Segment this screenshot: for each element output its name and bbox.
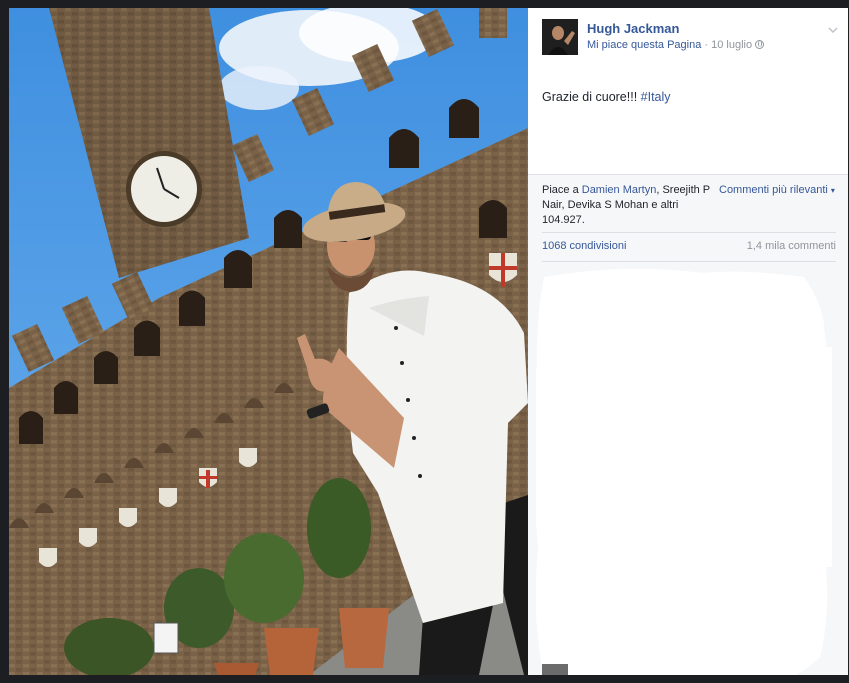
shares-link[interactable]: 1068 condivisioni bbox=[542, 240, 626, 252]
sort-label: Commenti più rilevanti bbox=[719, 184, 828, 196]
page-like-link[interactable]: Mi piace questa Pagina bbox=[587, 39, 701, 51]
post-date[interactable]: 10 luglio bbox=[711, 39, 752, 51]
divider bbox=[542, 232, 836, 233]
meta-separator: · bbox=[701, 39, 712, 51]
post-text: Grazie di cuore!!! #Italy bbox=[542, 90, 671, 104]
post-message: Grazie di cuore!!! bbox=[542, 90, 641, 104]
likes-prefix: Piace a bbox=[542, 184, 582, 196]
divider bbox=[542, 261, 836, 262]
author-name[interactable]: Hugh Jackman bbox=[587, 21, 679, 36]
globe-icon bbox=[755, 40, 765, 49]
commenter-avatar[interactable] bbox=[542, 664, 568, 675]
comments-count-link[interactable]: 1,4 mila commenti bbox=[747, 240, 836, 252]
liker-link[interactable]: Damien Martyn bbox=[582, 184, 657, 196]
post-side-panel: Hugh Jackman Mi piace questa Pagina · 10… bbox=[528, 8, 848, 675]
post-meta: Mi piace questa Pagina · 10 luglio bbox=[587, 39, 765, 51]
post-photo[interactable] bbox=[9, 8, 528, 675]
post-header: Hugh Jackman Mi piace questa Pagina · 10… bbox=[542, 19, 842, 59]
reactions-area: Piace a Damien Martyn, Sreejith P Nair, … bbox=[528, 174, 848, 675]
author-avatar[interactable] bbox=[542, 19, 578, 55]
sort-caret-icon: ▾ bbox=[830, 186, 835, 195]
photo-illustration bbox=[9, 8, 528, 675]
redacted-comments-area bbox=[536, 268, 832, 675]
likes-summary: Piace a Damien Martyn, Sreejith P Nair, … bbox=[542, 183, 712, 228]
chevron-down-icon[interactable] bbox=[828, 25, 838, 35]
hashtag-link[interactable]: #Italy bbox=[641, 90, 671, 104]
comment-sort-dropdown[interactable]: Commenti più rilevanti ▾ bbox=[719, 184, 835, 196]
avatar-image bbox=[542, 19, 578, 55]
